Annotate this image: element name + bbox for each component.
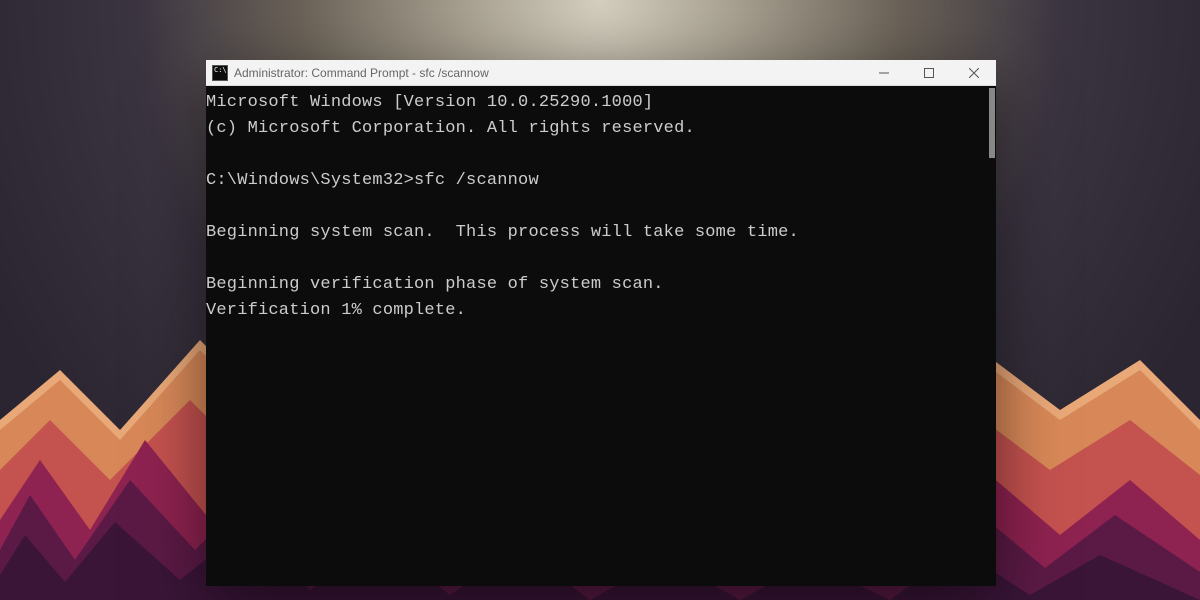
console-line: Microsoft Windows [Version 10.0.25290.10… — [206, 93, 653, 112]
maximize-icon — [924, 68, 934, 78]
console-line: Verification 1% complete. — [206, 301, 466, 320]
scrollbar-thumb[interactable] — [989, 88, 995, 158]
window-title: Administrator: Command Prompt - sfc /sca… — [234, 66, 861, 80]
maximize-button[interactable] — [906, 60, 951, 85]
cmd-icon — [212, 65, 228, 81]
window-controls — [861, 60, 996, 85]
close-button[interactable] — [951, 60, 996, 85]
console-line: (c) Microsoft Corporation. All rights re… — [206, 119, 695, 138]
console-output: Microsoft Windows [Version 10.0.25290.10… — [206, 90, 996, 324]
minimize-icon — [879, 68, 889, 78]
console-line: Beginning system scan. This process will… — [206, 223, 799, 242]
minimize-button[interactable] — [861, 60, 906, 85]
console-line: Beginning verification phase of system s… — [206, 275, 664, 294]
console-area[interactable]: Microsoft Windows [Version 10.0.25290.10… — [206, 86, 996, 586]
console-line: C:\Windows\System32>sfc /scannow — [206, 171, 539, 190]
title-bar[interactable]: Administrator: Command Prompt - sfc /sca… — [206, 60, 996, 86]
cmd-window: Administrator: Command Prompt - sfc /sca… — [206, 60, 996, 586]
close-icon — [969, 68, 979, 78]
